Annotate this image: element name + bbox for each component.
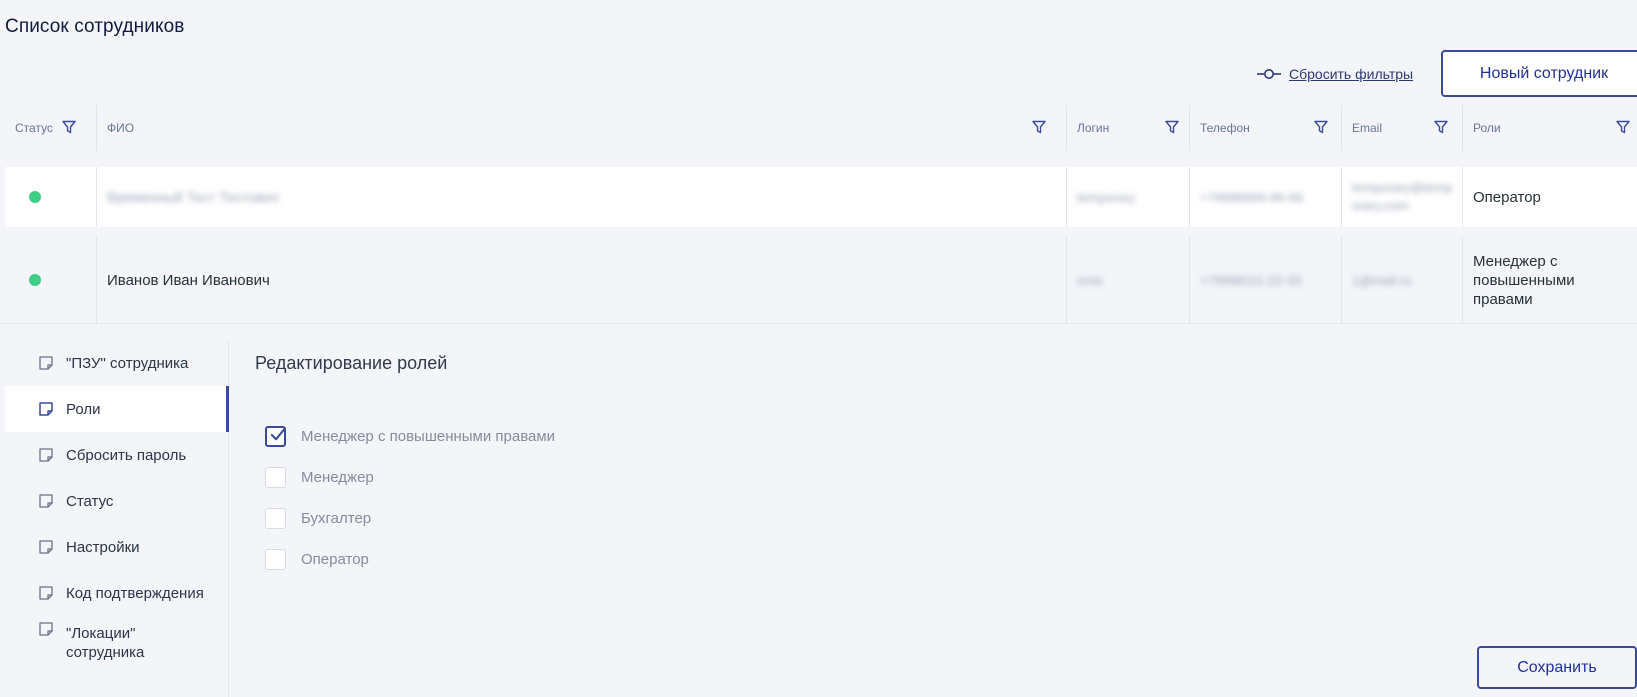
email-cell: 1@mail.ru (1341, 237, 1462, 323)
roles-cell: Менеджер с повышенными правами (1462, 237, 1637, 323)
employee-login: ivniv (1077, 272, 1104, 288)
side-item-reset-password[interactable]: Сбросить пароль (5, 432, 229, 478)
side-item-label: Код подтверждения (66, 584, 204, 602)
check-icon (270, 427, 286, 440)
column-label-phone: Телефон (1200, 121, 1250, 135)
employee-login: temporary (1077, 189, 1136, 205)
note-icon (39, 356, 53, 370)
table-header: Статус ФИО Логин Телефон Email Роли (5, 105, 1637, 151)
employee-email: temporary@temporary.com (1352, 180, 1453, 213)
status-cell (5, 167, 96, 227)
role-label: Менеджер (301, 469, 374, 486)
side-item-status[interactable]: Статус (5, 478, 229, 524)
note-icon (39, 448, 53, 462)
column-header-phone: Телефон (1189, 105, 1341, 151)
phone-cell: +79998111-22-33 (1189, 237, 1341, 323)
column-header-roles: Роли (1462, 105, 1637, 151)
phone-cell: +79998999-99-99 (1189, 167, 1341, 227)
role-checkbox[interactable] (265, 508, 286, 529)
page-title: Список сотрудников (5, 16, 185, 37)
save-button[interactable]: Сохранить (1477, 646, 1637, 689)
side-item-roles[interactable]: Роли (5, 386, 229, 432)
column-header-login: Логин (1066, 105, 1189, 151)
side-item-settings[interactable]: Настройки (5, 524, 229, 570)
employee-side-menu: "ПЗУ" сотрудника Роли Сбросить пароль Ст… (5, 340, 229, 697)
filter-icon[interactable] (1313, 119, 1329, 135)
panel-divider (0, 323, 1637, 324)
role-checkbox[interactable] (265, 549, 286, 570)
column-label-status: Статус (15, 121, 53, 135)
reset-filters-link[interactable]: Сбросить фильтры (1257, 66, 1413, 82)
employee-email: 1@mail.ru (1352, 272, 1412, 288)
side-item-label: Сбросить пароль (66, 446, 187, 464)
side-item-label: Настройки (66, 538, 140, 556)
column-label-name: ФИО (107, 121, 135, 135)
role-label: Менеджер с повышенными правами (301, 428, 556, 445)
side-item-label: "ПЗУ" сотрудника (66, 354, 189, 372)
column-label-login: Логин (1077, 121, 1110, 135)
login-cell: ivniv (1066, 237, 1189, 323)
column-label-roles: Роли (1473, 121, 1501, 135)
side-item-rom[interactable]: "ПЗУ" сотрудника (5, 340, 229, 386)
new-employee-button[interactable]: Новый сотрудник (1441, 50, 1637, 97)
name-cell: Временный Тест Тестович (96, 167, 1066, 227)
note-icon (39, 540, 53, 554)
role-option-operator[interactable]: Оператор (265, 549, 369, 570)
side-item-label: "Локации" сотрудника (66, 625, 145, 661)
name-cell: Иванов Иван Иванович (96, 237, 1066, 323)
filter-icon[interactable] (1433, 119, 1449, 135)
role-option-accountant[interactable]: Бухгалтер (265, 508, 371, 529)
filter-icon[interactable] (1615, 119, 1631, 135)
employee-phone: +79998999-99-99 (1200, 189, 1304, 205)
reset-filters-label: Сбросить фильтры (1289, 66, 1414, 82)
column-label-email: Email (1352, 121, 1383, 135)
status-active-dot (29, 191, 41, 203)
note-icon (39, 622, 53, 636)
role-checkbox[interactable] (265, 467, 286, 488)
role-label: Бухгалтер (301, 510, 372, 527)
column-header-status: Статус (5, 105, 96, 151)
column-header-email: Email (1341, 105, 1462, 151)
filter-icon[interactable] (1164, 119, 1180, 135)
side-item-label: Роли (66, 400, 101, 418)
login-cell: temporary (1066, 167, 1189, 227)
status-cell (5, 237, 96, 323)
filter-icon[interactable] (1031, 119, 1047, 135)
side-item-locations[interactable]: "Локации" сотрудника (5, 618, 229, 668)
roles-cell: Оператор (1462, 167, 1637, 227)
status-active-dot (29, 274, 41, 286)
role-option-senior-manager[interactable]: Менеджер с повышенными правами (265, 426, 555, 447)
employee-roles: Менеджер с повышенными правами (1473, 252, 1575, 308)
employee-roles: Оператор (1473, 188, 1541, 206)
role-checkbox[interactable] (265, 426, 286, 447)
note-icon (39, 494, 53, 508)
email-cell: temporary@temporary.com (1341, 167, 1462, 227)
employee-name: Временный Тест Тестович (107, 189, 279, 205)
roles-editor-title: Редактирование ролей (255, 353, 448, 373)
side-item-label: Статус (66, 492, 114, 510)
note-icon (39, 402, 53, 416)
role-label: Оператор (301, 551, 369, 568)
note-icon (39, 586, 53, 600)
employee-name: Иванов Иван Иванович (107, 271, 270, 289)
role-option-manager[interactable]: Менеджер (265, 467, 374, 488)
side-item-confirmation-code[interactable]: Код подтверждения (5, 570, 229, 616)
table-row[interactable]: Временный Тест Тестович temporary +79998… (5, 167, 1637, 227)
table-row[interactable]: Иванов Иван Иванович ivniv +79998111-22-… (5, 237, 1637, 323)
filter-icon[interactable] (61, 119, 77, 135)
reset-filter-icon (1257, 69, 1281, 79)
employee-phone: +79998111-22-33 (1200, 272, 1302, 288)
column-header-name: ФИО (96, 105, 1066, 151)
